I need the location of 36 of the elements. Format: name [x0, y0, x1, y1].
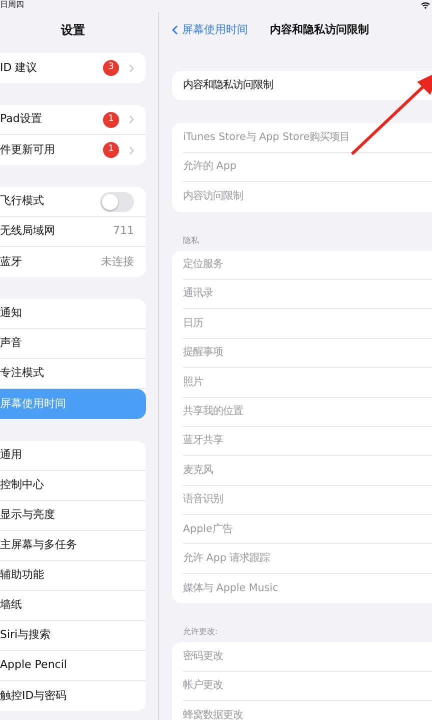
sidebar-item[interactable]: 蓝牙 未连接: [0, 247, 146, 277]
sidebar-item[interactable]: 触控ID与密码: [0, 681, 146, 711]
setting-value: 未连接: [101, 254, 134, 270]
sidebar-item[interactable]: 通用: [0, 441, 146, 471]
toggle-switch[interactable]: [100, 192, 134, 212]
status-date: 日周四: [0, 0, 24, 10]
sidebar-title: 设置: [60, 22, 86, 39]
section-header: 允许更改:: [183, 626, 218, 638]
notification-badge: 3: [103, 60, 119, 76]
page-title: 内容和隐私访问限制: [270, 22, 369, 38]
chevron-icon: [129, 146, 134, 154]
sidebar-item[interactable]: 通知: [0, 299, 146, 329]
wifi-icon: [421, 2, 430, 9]
notification-badge: 1: [103, 142, 119, 158]
chevron-icon: [129, 64, 134, 72]
back-button[interactable]: 屏幕使用时间: [172, 22, 248, 38]
sidebar-item[interactable]: 件更新可用 1: [0, 135, 146, 165]
sidebar-item[interactable]: 主屏幕与多任务: [0, 531, 146, 561]
sidebar-item[interactable]: 屏幕使用时间: [0, 389, 146, 419]
section-header: 隐私: [183, 234, 199, 247]
sidebar-item[interactable]: 控制中心: [0, 471, 146, 501]
chevron-icon: [129, 115, 134, 124]
sidebar-item[interactable]: 飞行模式: [0, 187, 146, 217]
setting-value: 711: [113, 223, 134, 240]
sidebar-item[interactable]: 无线局域网 711: [0, 217, 146, 247]
sidebar-item[interactable]: ID 建议 3: [0, 53, 146, 83]
sidebar-item[interactable]: Apple Pencil: [0, 651, 146, 681]
sidebar-item[interactable]: 墙纸: [0, 591, 146, 621]
sidebar-item[interactable]: 显示与亮度: [0, 501, 146, 531]
notification-badge: 1: [103, 112, 119, 128]
setting-row[interactable]: 内容和隐私访问限制: [183, 71, 432, 100]
back-chevron-icon: [172, 25, 178, 35]
sidebar-item[interactable]: Pad设置 1: [0, 105, 146, 135]
sidebar-item[interactable]: Siri与搜索: [0, 621, 146, 651]
sidebar-item[interactable]: 声音: [0, 329, 146, 359]
sidebar-item[interactable]: 辅助功能: [0, 561, 146, 591]
